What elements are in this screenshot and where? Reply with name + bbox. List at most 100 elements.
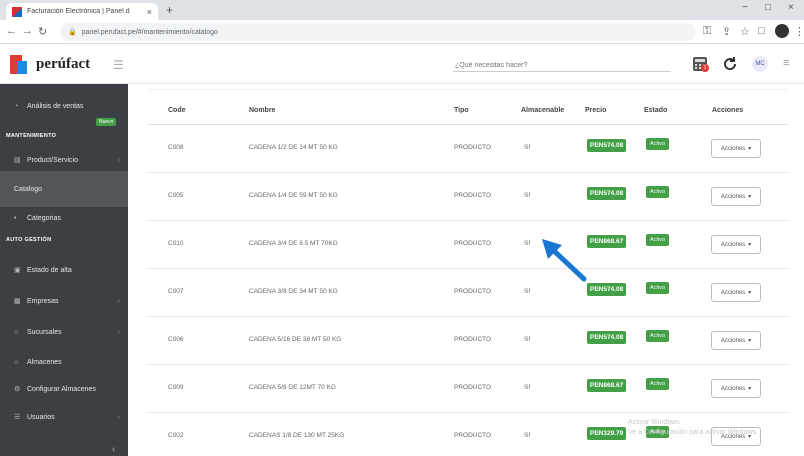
sidebar-item-estado-alta[interactable]: ▣ Estado de alta <box>0 259 128 281</box>
acciones-dropdown[interactable]: Acciones ▾ <box>711 139 761 158</box>
cell-almacenable: SI <box>524 432 531 439</box>
cell-tipo: PRODUCTO <box>454 288 492 295</box>
forward-icon[interactable]: → <box>22 25 33 37</box>
minimize-window-button[interactable]: − <box>742 2 748 13</box>
price-badge: PEN574.08 <box>587 139 627 152</box>
sidebar-section-auto-gestion: AUTO GESTIÓN <box>6 237 52 243</box>
maximize-window-button[interactable]: □ <box>765 2 771 13</box>
cell-nombre: CADENA 3/4 DE 8.5 MT 70KG <box>249 240 338 247</box>
app-header: perúfact ☰ 1 MC ≡ <box>0 44 804 84</box>
sidebar-item-catalogo[interactable]: Catalogo <box>0 171 128 207</box>
status-badge: Activo <box>646 282 669 294</box>
box-icon: ▤ <box>14 157 21 164</box>
acciones-label: Acciones <box>720 337 746 344</box>
chevron-icon: ‹ <box>117 156 120 164</box>
column-header-nombre[interactable]: Nombre <box>249 107 275 114</box>
key-icon[interactable]: ⚿ <box>703 25 711 38</box>
sidebar-item-analisis-ventas[interactable]: ◔ Análisis de ventas <box>0 98 128 114</box>
close-window-button[interactable]: × <box>788 2 794 13</box>
table-row: C007 CADENA 3/8 DE 34 MT 50 KG PRODUCTO … <box>148 269 788 317</box>
logo-icon <box>10 55 32 74</box>
acciones-label: Acciones <box>720 193 746 200</box>
status-badge: Activo <box>646 378 669 390</box>
cell-almacenable: SI <box>524 240 531 247</box>
caret-down-icon: ▾ <box>748 242 752 248</box>
acciones-dropdown[interactable]: Acciones ▾ <box>711 283 761 302</box>
new-tab-button[interactable]: + <box>166 3 173 17</box>
sidebar-item-label: Catalogo <box>14 185 43 193</box>
address-bar[interactable]: 🔒 panel.perufact.pe/#/mantenimiento/cata… <box>60 23 695 41</box>
sidebar-collapse-button[interactable]: ‹ <box>112 444 115 455</box>
price-badge: PEN329.79 <box>587 427 627 440</box>
sidebar-item-categorias[interactable]: • Categorias <box>0 207 128 229</box>
cell-code: C002 <box>168 432 184 439</box>
cell-nombre: CADENA 5/16 DE 38 MT 50 KG <box>249 336 342 343</box>
cell-code: C006 <box>168 336 184 343</box>
cell-nombre: CADENA 1/4 DE 59 MT 50 KG <box>249 192 338 199</box>
status-badge: Activo <box>646 138 669 150</box>
sidebar-item-producto-servicio[interactable]: ▤ Product/Servicio ‹ <box>0 149 128 171</box>
sidebar-item-empresas[interactable]: ▦ Empresas ‹ <box>0 290 128 312</box>
sidebar-item-label: Categorias <box>27 214 61 222</box>
dot-icon: • <box>14 214 17 222</box>
browser-menu-icon[interactable]: ⋮ <box>794 25 804 38</box>
cell-tipo: PRODUCTO <box>454 336 492 343</box>
acciones-dropdown[interactable]: Acciones ▾ <box>711 331 761 350</box>
cell-tipo: PRODUCTO <box>454 144 492 151</box>
sidebar-item-label: Product/Servicio <box>27 156 78 164</box>
logo-text: perúfact <box>36 56 91 72</box>
tab-title: Facturación Electrónica | Panel d <box>27 8 130 15</box>
column-header-estado[interactable]: Estado <box>644 107 667 114</box>
sidebar-item-label: Configurar Almacenes <box>27 385 96 393</box>
price-badge: PEN574.08 <box>587 331 627 344</box>
column-header-tipo[interactable]: Tipo <box>454 107 469 114</box>
table-row: C005 CADENA 1/4 DE 59 MT 50 KG PRODUCTO … <box>148 173 788 221</box>
acciones-dropdown[interactable]: Acciones ▾ <box>711 379 761 398</box>
column-header-precio[interactable]: Precio <box>585 107 606 114</box>
sidebar-item-configurar-almacenes[interactable]: ⚙ Configurar Almacenes <box>0 378 128 400</box>
share-icon[interactable]: ⇪ <box>722 25 731 38</box>
filter-strip <box>148 84 788 90</box>
status-badge: Activo <box>646 330 669 342</box>
caret-down-icon: ▾ <box>748 290 752 296</box>
price-badge: PEN868.67 <box>587 379 627 392</box>
refresh-icon[interactable] <box>722 56 738 72</box>
menu-icon[interactable]: ≡ <box>783 57 789 69</box>
sidebar-item-usuarios[interactable]: ☰ Usuarios ‹ <box>0 406 128 428</box>
tab-close-icon[interactable]: × <box>147 7 152 17</box>
url-text: panel.perufact.pe/#/mantenimiento/catalo… <box>81 28 218 36</box>
cell-code: C005 <box>168 192 184 199</box>
acciones-label: Acciones <box>720 241 746 248</box>
caret-down-icon: ▾ <box>748 194 752 200</box>
cell-nombre: CADENA 1/2 DE 14 MT 50 KG <box>249 144 338 151</box>
hamburger-icon[interactable]: ☰ <box>113 58 124 72</box>
cell-code: C007 <box>168 288 184 295</box>
price-badge: PEN868.67 <box>587 235 627 248</box>
browser-tab[interactable]: Facturación Electrónica | Panel d × <box>6 3 158 20</box>
column-header-acciones[interactable]: Acciones <box>712 107 743 114</box>
cell-tipo: PRODUCTO <box>454 240 492 247</box>
cell-code: C010 <box>168 240 184 247</box>
acciones-dropdown[interactable]: Acciones ▾ <box>711 187 761 206</box>
search-input[interactable] <box>453 56 671 72</box>
profile-avatar[interactable] <box>775 24 789 38</box>
acciones-dropdown[interactable]: Acciones ▾ <box>711 235 761 254</box>
star-icon[interactable]: ☆ <box>740 25 750 38</box>
cell-tipo: PRODUCTO <box>454 192 492 199</box>
column-header-code[interactable]: Code <box>168 107 186 114</box>
sidebar-item-label: Usuarios <box>27 413 55 421</box>
back-icon[interactable]: ← <box>6 25 17 37</box>
cell-tipo: PRODUCTO <box>454 384 492 391</box>
acciones-label: Acciones <box>720 145 746 152</box>
cell-tipo: PRODUCTO <box>454 432 492 439</box>
sidebar-item-almacenes[interactable]: ⌂ Almacenes <box>0 351 128 373</box>
sidebar-item-sucursales[interactable]: ⌂ Sucursales ‹ <box>0 321 128 343</box>
column-header-almacenable[interactable]: Almacenable <box>521 107 564 114</box>
cell-almacenable: SI <box>524 144 531 151</box>
cell-almacenable: SI <box>524 336 531 343</box>
building-icon: ▦ <box>14 298 21 305</box>
user-avatar[interactable]: MC <box>752 56 768 72</box>
reload-icon[interactable]: ↻ <box>38 25 47 38</box>
cell-code: C009 <box>168 384 184 391</box>
extension-icon[interactable]: □ <box>758 25 765 37</box>
